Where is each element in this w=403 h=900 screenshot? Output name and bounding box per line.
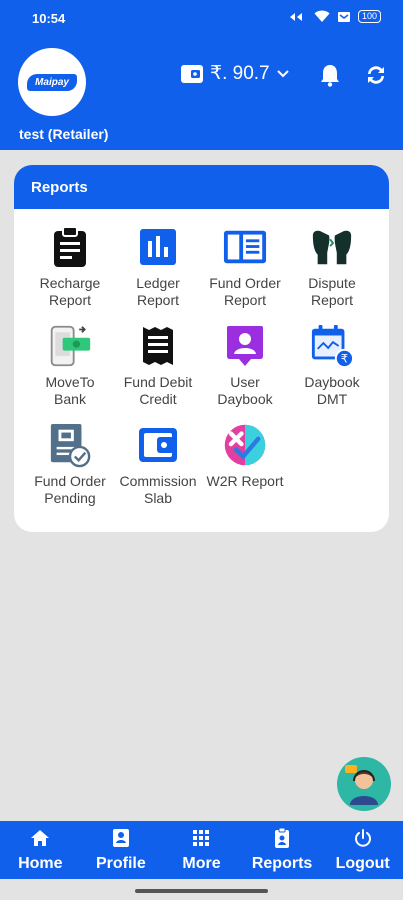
report-badge-icon bbox=[274, 827, 290, 849]
report-tile-move-to-bank[interactable]: MoveTo Bank bbox=[24, 324, 116, 408]
report-tile-commission-slab[interactable]: Commission Slab bbox=[112, 423, 204, 507]
tile-label: Report bbox=[223, 292, 267, 308]
power-icon bbox=[354, 827, 372, 849]
report-tile-recharge[interactable]: Recharge Report bbox=[24, 225, 116, 309]
report-tile-dispute[interactable]: Dispute Report bbox=[286, 225, 378, 309]
status-icons: 100 bbox=[289, 10, 381, 23]
nav-label: More bbox=[182, 855, 221, 872]
calendar-rupee-icon: ₹ bbox=[310, 324, 354, 368]
app-header: 10:54 100 Maipay test (Retailer) ₹. 90.7 bbox=[0, 0, 403, 150]
reports-card-title: Reports bbox=[14, 165, 389, 209]
report-tile-fund-order-pending[interactable]: Fund Order Pending bbox=[24, 423, 116, 507]
report-tile-w2r[interactable]: W2R Report bbox=[199, 423, 291, 490]
document-clock-icon bbox=[48, 423, 92, 468]
tile-label: W2R Report bbox=[206, 473, 284, 489]
nav-label: Logout bbox=[335, 855, 390, 872]
wallet-balance: ₹. 90.7 bbox=[210, 63, 270, 84]
support-chat-button[interactable] bbox=[337, 757, 391, 811]
tile-label: Ledger bbox=[136, 275, 180, 291]
tile-label: Report bbox=[310, 292, 354, 308]
tile-label: Daybook bbox=[304, 374, 360, 390]
wallet-icon bbox=[181, 64, 203, 83]
tile-label: Report bbox=[136, 292, 180, 308]
bell-icon bbox=[321, 65, 339, 87]
wallet-balance-dropdown[interactable]: ₹. 90.7 bbox=[180, 62, 290, 85]
nav-label: Profile bbox=[95, 855, 146, 872]
app-logo: Maipay bbox=[18, 48, 86, 116]
hotspot-icon bbox=[289, 12, 302, 21]
tile-label: Recharge bbox=[39, 275, 101, 291]
dispute-icon bbox=[310, 225, 354, 269]
home-icon bbox=[30, 827, 50, 849]
wifi-icon bbox=[314, 10, 330, 22]
report-tile-user-daybook[interactable]: User Daybook bbox=[199, 324, 291, 408]
nav-more[interactable]: More bbox=[161, 821, 242, 879]
tile-label: Report bbox=[48, 292, 92, 308]
nav-reports[interactable]: Reports bbox=[242, 821, 323, 879]
clipboard-icon bbox=[48, 225, 92, 269]
tile-label: Fund Order bbox=[34, 473, 106, 489]
tile-label: DMT bbox=[316, 391, 348, 407]
status-time: 10:54 bbox=[32, 11, 66, 26]
svg-text:₹: ₹ bbox=[341, 352, 348, 366]
mail-icon bbox=[337, 11, 350, 22]
report-tile-daybook-dmt[interactable]: ₹ Daybook DMT bbox=[286, 324, 378, 408]
logo-text: Maipay bbox=[27, 73, 77, 91]
tile-label: Commission bbox=[119, 473, 197, 489]
user-badge-icon bbox=[223, 324, 267, 368]
chevron-down-icon bbox=[276, 69, 289, 77]
phone-money-icon bbox=[48, 324, 92, 368]
list-icon bbox=[223, 225, 267, 269]
receipt-icon bbox=[136, 324, 180, 368]
nav-home[interactable]: Home bbox=[0, 821, 81, 879]
tile-label: Dispute bbox=[308, 275, 356, 291]
nav-profile[interactable]: Profile bbox=[81, 821, 162, 879]
user-name: test (Retailer) bbox=[19, 126, 109, 142]
tile-label: User bbox=[230, 374, 260, 390]
reports-card: Reports Recharge Report Ledger Report Fu… bbox=[14, 165, 389, 532]
home-indicator bbox=[135, 889, 268, 893]
report-tile-fund-order[interactable]: Fund Order Report bbox=[199, 225, 291, 309]
status-bar: 10:54 100 bbox=[0, 0, 403, 36]
tile-label: MoveTo bbox=[45, 374, 95, 390]
tile-label: Fund Order bbox=[209, 275, 281, 291]
notifications-button[interactable] bbox=[317, 62, 343, 88]
grid-icon bbox=[192, 827, 210, 849]
profile-icon bbox=[112, 827, 130, 849]
support-agent-icon bbox=[345, 765, 378, 805]
tile-label: Bank bbox=[54, 391, 86, 407]
bottom-nav: Home Profile More Reports Logout bbox=[0, 821, 403, 879]
refresh-icon bbox=[368, 66, 384, 84]
report-tile-fund-debit-credit[interactable]: Fund Debit Credit bbox=[112, 324, 204, 408]
bar-chart-icon bbox=[136, 225, 180, 269]
wallet-icon bbox=[136, 423, 180, 467]
tile-label: Credit bbox=[139, 391, 177, 407]
tile-label: Daybook bbox=[217, 391, 273, 407]
tile-label: Pending bbox=[44, 490, 96, 506]
check-cross-icon bbox=[223, 423, 267, 467]
tile-label: Fund Debit bbox=[123, 374, 193, 390]
nav-label: Reports bbox=[251, 855, 313, 872]
nav-label: Home bbox=[18, 855, 63, 872]
battery-icon: 100 bbox=[357, 10, 381, 23]
tile-label: Slab bbox=[143, 490, 173, 506]
nav-logout[interactable]: Logout bbox=[322, 821, 403, 879]
report-tile-ledger[interactable]: Ledger Report bbox=[112, 225, 204, 309]
refresh-button[interactable] bbox=[363, 62, 389, 88]
